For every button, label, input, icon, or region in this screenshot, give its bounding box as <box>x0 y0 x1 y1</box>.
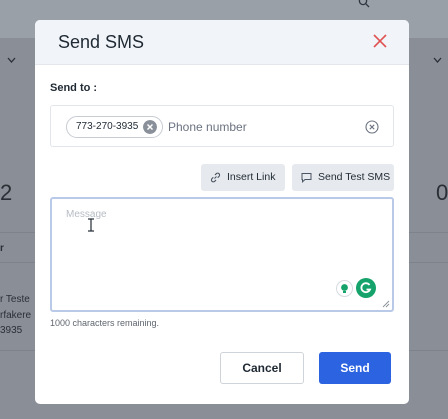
chevron-down-icon <box>433 54 442 66</box>
background-contact-email: rfakere <box>0 310 32 321</box>
send-sms-dialog: Send SMS Send to : 773-270-3935 Phone nu… <box>35 20 409 404</box>
background-stat-left: 2 <box>0 180 13 205</box>
suggestion-bulb-icon[interactable] <box>336 280 353 297</box>
send-to-label: Send to : <box>50 82 98 94</box>
grammarly-icon[interactable] <box>356 278 376 298</box>
send-test-sms-button[interactable]: Send Test SMS <box>292 164 394 191</box>
background-stat-right: 0 <box>436 180 448 205</box>
remove-recipient-icon[interactable] <box>143 120 158 134</box>
recipient-phone: 773-270-3935 <box>76 121 139 132</box>
text-cursor-icon <box>88 218 94 232</box>
message-box <box>50 197 394 312</box>
recipient-chip: 773-270-3935 <box>66 116 164 138</box>
background-contact-name: r Teste <box>0 294 30 305</box>
chevron-down-icon <box>7 54 16 66</box>
send-test-sms-label: Send Test SMS <box>318 171 391 183</box>
insert-link-button[interactable]: Insert Link <box>201 164 285 191</box>
send-button[interactable]: Send <box>319 352 391 384</box>
background-contact-phone: 3935 <box>0 325 23 336</box>
characters-remaining: 1000 characters remaining. <box>50 318 160 328</box>
dialog-title: Send SMS <box>58 32 145 52</box>
close-icon[interactable] <box>371 32 389 50</box>
cancel-button[interactable]: Cancel <box>220 352 304 384</box>
clear-recipients-icon[interactable] <box>365 120 379 134</box>
search-icon <box>358 0 370 8</box>
background-column-header: r <box>0 243 4 254</box>
dialog-header: Send SMS <box>35 20 409 65</box>
insert-link-label: Insert Link <box>227 171 276 183</box>
recipients-field[interactable]: 773-270-3935 <box>50 105 394 147</box>
message-icon <box>301 173 312 183</box>
link-icon <box>210 172 221 183</box>
resize-grip-icon[interactable] <box>382 300 390 308</box>
phone-number-input[interactable] <box>168 117 338 137</box>
